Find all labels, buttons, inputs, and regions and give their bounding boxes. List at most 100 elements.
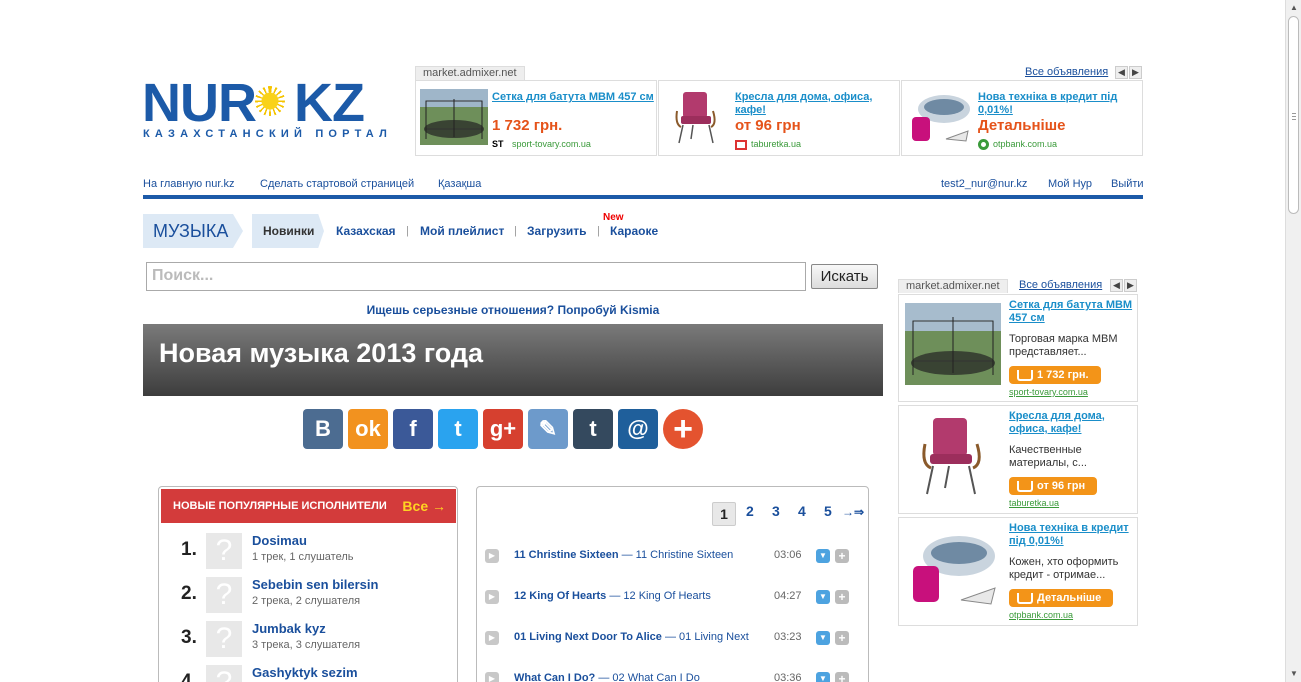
- ad-price: Детальніше: [978, 117, 1066, 134]
- all-ads-link[interactable]: Все объявления: [1019, 279, 1102, 291]
- twitter-icon[interactable]: t: [438, 409, 478, 449]
- ad-source[interactable]: ST sport-tovary.com.ua: [492, 139, 595, 150]
- ad-title[interactable]: Кресла для дома, офиса, кафе!: [1009, 410, 1134, 436]
- nav-kazakh-link[interactable]: Қазақша: [438, 178, 481, 190]
- ad-price-button[interactable]: от 96 грн: [1009, 477, 1098, 495]
- avatar-placeholder-icon[interactable]: ?: [206, 621, 242, 657]
- download-icon[interactable]: ▼: [816, 672, 830, 682]
- nav-user-link[interactable]: test2_nur@nur.kz: [941, 178, 1027, 190]
- track-title[interactable]: 12 King Of Hearts — 12 King Of Hearts: [514, 590, 711, 602]
- search-button[interactable]: Искать: [811, 264, 878, 289]
- nav-my-nur-link[interactable]: Мой Нур: [1048, 178, 1092, 190]
- popular-all-link[interactable]: Все →: [402, 498, 446, 514]
- avatar-placeholder-icon[interactable]: ?: [206, 577, 242, 613]
- livejournal-icon[interactable]: ✎: [528, 409, 568, 449]
- ad-next-icon[interactable]: ▶: [1129, 66, 1142, 79]
- vertical-scrollbar[interactable]: ▲ ▼: [1285, 0, 1301, 682]
- track-title[interactable]: What Can I Do? — 02 What Can I Do: [514, 672, 700, 682]
- tab-new[interactable]: Новинки: [252, 214, 324, 248]
- track-duration: 04:27: [774, 590, 802, 602]
- artist-item[interactable]: 2. ? Sebebin sen bilersin 2 трека, 2 слу…: [181, 577, 451, 621]
- ad-prev-icon[interactable]: ◀: [1115, 66, 1128, 79]
- search-input[interactable]: Поиск...: [146, 262, 806, 291]
- ad-item[interactable]: Кресла для дома, офиса, кафе! от 96 грн …: [658, 80, 900, 156]
- add-to-playlist-icon[interactable]: +: [835, 590, 849, 604]
- play-icon[interactable]: ▶: [485, 672, 499, 682]
- artist-item[interactable]: 3. ? Jumbak kyz 3 трека, 3 слушателя: [181, 621, 451, 665]
- tab-playlist[interactable]: Мой плейлист: [420, 224, 504, 238]
- ad-price-button[interactable]: 1 732 грн.: [1009, 366, 1101, 384]
- page-link[interactable]: 3: [772, 503, 780, 519]
- ad-item[interactable]: Сетка для батута MBM 457 см Торговая мар…: [898, 294, 1138, 402]
- logo-wordmark: NUR KZ: [142, 73, 365, 133]
- artist-name[interactable]: Gashyktyk sezim: [252, 665, 358, 680]
- promo-link[interactable]: Ищешь серьезные отношения? Попробуй Kism…: [143, 303, 883, 317]
- add-to-playlist-icon[interactable]: +: [835, 549, 849, 563]
- googleplus-icon[interactable]: g+: [483, 409, 523, 449]
- ad-title[interactable]: Нова техніка в кредит під 0,01%!: [978, 91, 1140, 117]
- ad-next-icon[interactable]: ▶: [1124, 279, 1137, 292]
- play-icon[interactable]: ▶: [485, 631, 499, 645]
- download-icon[interactable]: ▼: [816, 590, 830, 604]
- page-current[interactable]: 1: [712, 502, 736, 526]
- odnoklassniki-icon[interactable]: ok: [348, 409, 388, 449]
- appliances-image: [905, 526, 1001, 608]
- ad-source[interactable]: otpbank.com.ua: [978, 139, 1061, 151]
- artist-item[interactable]: 1. ? Dosimau 1 трек, 1 слушатель: [181, 533, 451, 577]
- download-icon[interactable]: ▼: [816, 549, 830, 563]
- ad-title[interactable]: Сетка для батута MBM 457 см: [492, 91, 654, 104]
- artist-name[interactable]: Jumbak kyz: [252, 621, 326, 636]
- artist-item[interactable]: 4. ? Gashyktyk sezim: [181, 665, 451, 682]
- ad-source[interactable]: sport-tovary.com.ua: [1009, 387, 1088, 397]
- ad-source[interactable]: otpbank.com.ua: [1009, 610, 1073, 620]
- ad-title[interactable]: Нова техніка в кредит під 0,01%!: [1009, 522, 1134, 548]
- track-title[interactable]: 01 Living Next Door To Alice — 01 Living…: [514, 631, 749, 643]
- artist-name[interactable]: Sebebin sen bilersin: [252, 577, 378, 592]
- more-icon[interactable]: +: [663, 409, 703, 449]
- track-duration: 03:23: [774, 631, 802, 643]
- scroll-down-icon[interactable]: ▼: [1289, 669, 1299, 679]
- add-to-playlist-icon[interactable]: +: [835, 631, 849, 645]
- ad-item[interactable]: Нова техніка в кредит під 0,01%! Детальн…: [901, 80, 1143, 156]
- scrollbar-thumb[interactable]: [1288, 16, 1299, 214]
- page-link[interactable]: 5: [824, 503, 832, 519]
- tab-kazakh[interactable]: Казахская: [336, 224, 396, 238]
- ad-title[interactable]: Сетка для батута MBM 457 см: [1009, 299, 1134, 325]
- avatar-placeholder-icon[interactable]: ?: [206, 533, 242, 569]
- download-icon[interactable]: ▼: [816, 631, 830, 645]
- nav-make-start-link[interactable]: Сделать стартовой страницей: [260, 178, 414, 190]
- otpbank-logo-icon: [978, 139, 989, 151]
- nav-logout-link[interactable]: Выйти: [1111, 178, 1144, 190]
- nav-home-link[interactable]: На главную nur.kz: [143, 178, 235, 190]
- ad-source[interactable]: taburetka.ua: [735, 139, 805, 150]
- avatar-placeholder-icon[interactable]: ?: [206, 665, 242, 682]
- tumblr-icon[interactable]: t: [573, 409, 613, 449]
- play-icon[interactable]: ▶: [485, 590, 499, 604]
- section-title[interactable]: МУЗЫКА: [143, 214, 243, 248]
- ad-item[interactable]: Нова техніка в кредит під 0,01%! Кожен, …: [898, 517, 1138, 626]
- page-next-link[interactable]: →⇒: [842, 505, 864, 519]
- page-link[interactable]: 4: [798, 503, 806, 519]
- vk-icon[interactable]: В: [303, 409, 343, 449]
- tab-upload[interactable]: Загрузить: [527, 224, 586, 238]
- mail-icon[interactable]: @: [618, 409, 658, 449]
- add-to-playlist-icon[interactable]: +: [835, 672, 849, 682]
- ad-source[interactable]: taburetka.ua: [1009, 498, 1059, 508]
- page-title: Новая музыка 2013 года: [159, 338, 484, 368]
- ad-item[interactable]: Сетка для батута MBM 457 см 1 732 грн. S…: [415, 80, 657, 156]
- ad-price: 1 732 грн.: [492, 117, 563, 134]
- ad-price-button[interactable]: Детальніше: [1009, 589, 1114, 607]
- ad-prev-icon[interactable]: ◀: [1110, 279, 1123, 292]
- page-link[interactable]: 2: [746, 503, 754, 519]
- artist-name[interactable]: Dosimau: [252, 533, 307, 548]
- all-ads-link[interactable]: Все объявления: [1025, 66, 1108, 78]
- track-title[interactable]: 11 Christine Sixteen — 11 Christine Sixt…: [514, 549, 733, 561]
- facebook-icon[interactable]: f: [393, 409, 433, 449]
- track-row: ▶ 01 Living Next Door To Alice — 01 Livi…: [485, 629, 865, 645]
- scroll-up-icon[interactable]: ▲: [1289, 3, 1299, 13]
- ad-item[interactable]: Кресла для дома, офиса, кафе! Качественн…: [898, 405, 1138, 514]
- logo-subtitle: КАЗАХСТАНСКИЙ ПОРТАЛ: [143, 128, 392, 140]
- ad-title[interactable]: Кресла для дома, офиса, кафе!: [735, 91, 897, 117]
- play-icon[interactable]: ▶: [485, 549, 499, 563]
- tab-karaoke[interactable]: Караоке: [610, 224, 658, 238]
